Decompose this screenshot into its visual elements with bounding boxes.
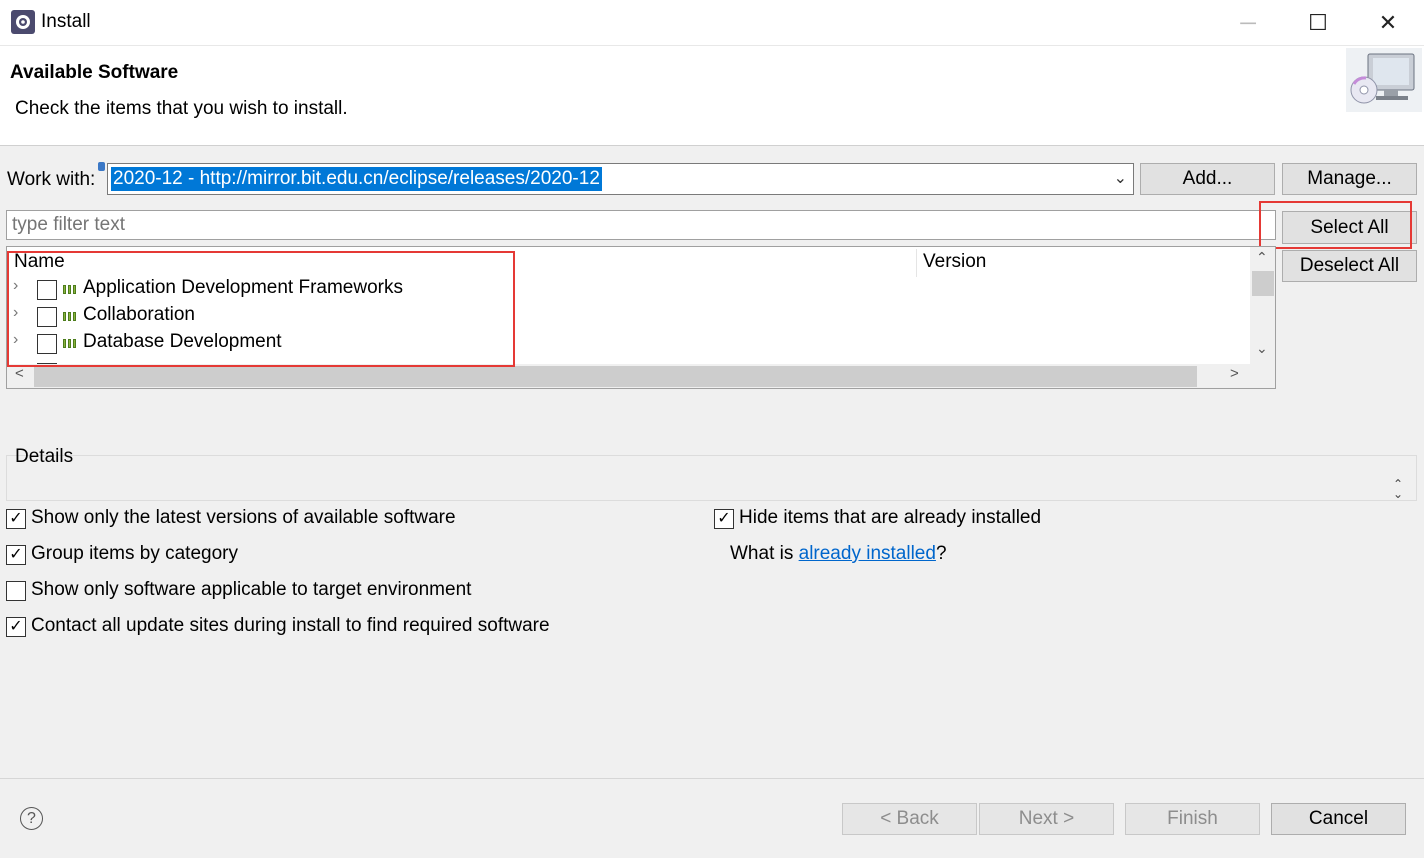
next-button[interactable]: Next > — [979, 803, 1114, 835]
work-with-label: Work with: — [7, 169, 96, 190]
highlight-box-tree-items — [7, 251, 515, 367]
eclipse-gear-icon — [11, 10, 35, 34]
footer-divider — [0, 778, 1424, 779]
already-installed-line: What is already installed? — [730, 543, 947, 565]
filter-input[interactable] — [6, 210, 1276, 240]
details-label: Details — [15, 446, 74, 467]
checkbox-checked-icon[interactable]: ✓ — [6, 509, 26, 529]
installed-prefix: What is — [730, 543, 799, 564]
scroll-left-icon[interactable]: < — [15, 365, 24, 382]
maximize-button[interactable]: ☐ — [1283, 0, 1353, 46]
scroll-right-icon[interactable]: > — [1230, 365, 1239, 382]
scroll-down-icon[interactable]: ⌄ — [1256, 340, 1268, 357]
page-description: Check the items that you wish to install… — [15, 98, 348, 119]
minimize-icon: ─ — [1240, 10, 1256, 35]
latest-versions-label: Show only the latest versions of availab… — [31, 507, 456, 528]
info-decoration-icon: i — [98, 162, 105, 171]
contact-update-sites-label: Contact all update sites during install … — [31, 615, 550, 636]
chevron-down-icon[interactable]: ⌄ — [1114, 168, 1127, 188]
work-with-combo[interactable]: 2020-12 - http://mirror.bit.edu.cn/eclip… — [107, 163, 1134, 195]
group-by-category-label: Group items by category — [31, 543, 238, 564]
highlight-box-select-all — [1259, 201, 1412, 249]
checkbox-checked-icon[interactable]: ✓ — [6, 545, 26, 565]
back-button[interactable]: < Back — [842, 803, 977, 835]
maximize-icon: ☐ — [1308, 10, 1328, 35]
details-panel — [6, 455, 1417, 501]
checkbox-checked-icon[interactable]: ✓ — [6, 617, 26, 637]
applicable-only-label: Show only software applicable to target … — [31, 579, 472, 600]
title-bar: Install ─ ☐ ✕ — [0, 0, 1424, 46]
cancel-button[interactable]: Cancel — [1271, 803, 1406, 835]
checkbox-unchecked-icon[interactable] — [6, 581, 26, 601]
work-with-value: 2020-12 - http://mirror.bit.edu.cn/eclip… — [111, 167, 602, 191]
finish-button[interactable]: Finish — [1125, 803, 1260, 835]
deselect-all-button[interactable]: Deselect All — [1282, 250, 1417, 282]
page-title: Available Software — [10, 62, 179, 83]
add-site-button[interactable]: Add... — [1140, 163, 1275, 195]
window-title: Install — [41, 11, 91, 32]
hide-installed-label: Hide items that are already installed — [739, 507, 1042, 528]
manage-sites-button[interactable]: Manage... — [1282, 163, 1417, 195]
vertical-scroll-thumb[interactable] — [1252, 271, 1274, 296]
already-installed-link[interactable]: already installed — [799, 543, 936, 564]
help-icon[interactable]: ? — [20, 807, 43, 830]
details-scroll-icon[interactable]: ⌃ ⌄ — [1393, 478, 1403, 500]
close-button[interactable]: ✕ — [1353, 0, 1423, 46]
install-cd-monitor-icon — [1346, 48, 1422, 112]
minimize-button[interactable]: ─ — [1213, 0, 1283, 46]
column-divider[interactable] — [916, 249, 917, 277]
installed-suffix: ? — [935, 543, 947, 564]
column-header-version[interactable]: Version — [923, 251, 986, 273]
checkbox-checked-icon[interactable]: ✓ — [714, 509, 734, 529]
wizard-header: Available Software Check the items that … — [0, 46, 1424, 146]
horizontal-scroll-thumb[interactable] — [34, 366, 1197, 387]
scroll-up-icon[interactable]: ⌃ — [1256, 249, 1268, 266]
close-icon: ✕ — [1378, 10, 1398, 35]
